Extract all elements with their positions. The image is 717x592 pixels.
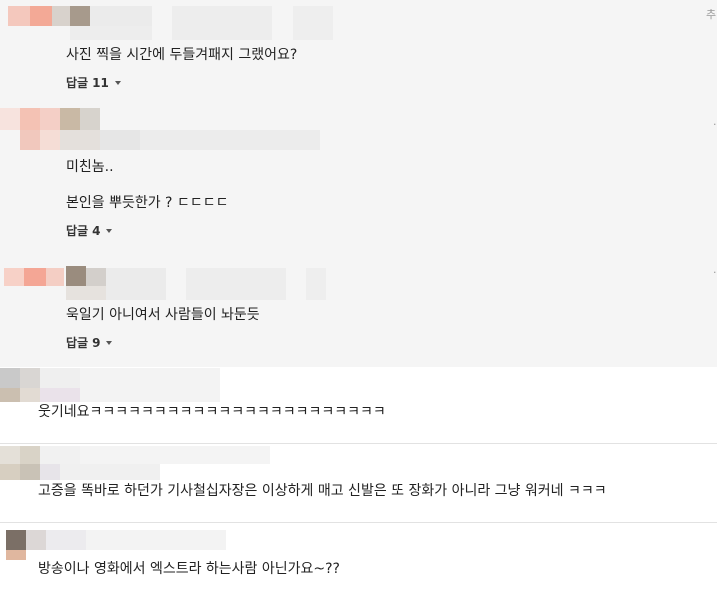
chevron-down-icon (106, 228, 113, 233)
comment-text: 웃기네요ㅋㅋㅋㅋㅋㅋㅋㅋㅋㅋㅋㅋㅋㅋㅋㅋㅋㅋㅋㅋㅋㅋㅋ (38, 404, 386, 420)
reply-count: 11 (92, 75, 109, 90)
comment-text: 본인을 뿌듯한가 ? ㄷㄷㄷㄷ (66, 195, 229, 211)
more-options-icon[interactable]: 추 (706, 6, 716, 22)
reply-label: 답글 (66, 336, 89, 350)
reply-count: 9 (92, 335, 101, 350)
chevron-down-icon (106, 340, 113, 345)
comment-divider (0, 522, 717, 523)
reply-label: 답글 (66, 224, 89, 238)
comment-text: 고증을 똑바로 하던가 기사철십자장은 이상하게 매고 신발은 또 장화가 아니… (38, 483, 607, 499)
comment-text: 방송이나 영화에서 엑스트라 하는사람 아닌가요~?? (38, 561, 340, 577)
reply-label: 답글 (66, 76, 89, 90)
comment-text: 미친놈.. (66, 159, 114, 175)
reply-toggle-button[interactable]: 답글 9 (66, 334, 113, 351)
comment-divider (0, 443, 717, 444)
comment-text: 사진 찍을 시간에 두들겨패지 그랬어요? (66, 47, 298, 63)
more-options-icon[interactable]: · (713, 266, 717, 279)
reply-count: 4 (92, 223, 101, 238)
reply-toggle-button[interactable]: 답글 11 (66, 74, 121, 91)
comment-text: 욱일기 아니여서 사람들이 놔둔듯 (66, 307, 260, 323)
reply-toggle-button[interactable]: 답글 4 (66, 222, 113, 239)
more-options-icon[interactable]: · (713, 118, 717, 131)
chevron-down-icon (114, 80, 121, 85)
